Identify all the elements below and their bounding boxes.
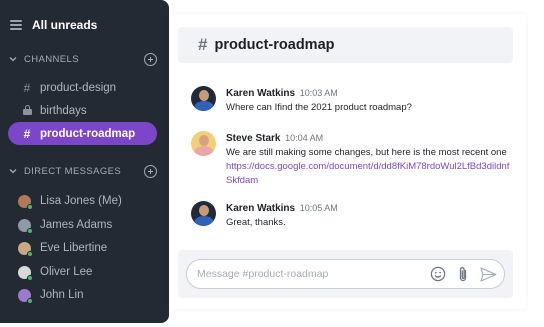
avatar — [18, 194, 33, 210]
channel-item-product-design[interactable]: # product-design — [8, 76, 157, 99]
emoji-icon[interactable] — [429, 265, 447, 283]
lock-icon — [20, 104, 34, 118]
dm-name: John Lin — [40, 289, 84, 301]
chevron-down-icon — [9, 57, 17, 62]
dm-section-header[interactable]: DIRECT MESSAGES — [8, 163, 157, 179]
channel-header: # product-roadmap — [178, 27, 513, 63]
online-status-icon — [27, 274, 33, 281]
dm-item-lisa-jones[interactable]: Lisa Jones (Me) — [18, 192, 122, 210]
avatar — [18, 265, 33, 281]
message-text: We are still making some changes, but he… — [226, 147, 507, 158]
add-dm-icon[interactable] — [144, 164, 157, 178]
avatar — [191, 131, 216, 156]
channels-section-header[interactable]: CHANNELS — [8, 51, 157, 67]
send-icon[interactable] — [479, 265, 497, 283]
message-text: Where can Ifind the 2021 product roadmap… — [226, 102, 412, 113]
channel-name: product-roadmap — [40, 127, 136, 140]
message-time: 10:03 AM — [299, 88, 338, 98]
message-author[interactable]: Karen Watkins — [226, 88, 295, 99]
message-time: 10:04 AM — [285, 133, 324, 143]
chat-app: All unreads CHANNELS # product-design bi… — [0, 0, 544, 327]
channel-item-product-roadmap[interactable]: # product-roadmap — [8, 122, 157, 145]
dm-label: DIRECT MESSAGES — [24, 165, 122, 177]
avatar — [18, 241, 33, 257]
list-icon — [10, 20, 22, 30]
message-author[interactable]: Karen Watkins — [226, 203, 295, 214]
avatar — [191, 201, 216, 226]
add-channel-icon[interactable] — [144, 52, 157, 66]
all-unreads-label: All unreads — [32, 18, 98, 32]
composer-area — [178, 250, 513, 298]
hash-icon: # — [198, 35, 208, 54]
dm-name: Oliver Lee — [40, 266, 93, 278]
message: Karen Watkins 10:03 AM Where can Ifind t… — [191, 86, 412, 115]
dm-item-eve-libertine[interactable]: Eve Libertine — [18, 239, 107, 257]
message-time: 10:05 AM — [299, 203, 338, 213]
online-status-icon — [27, 227, 33, 234]
avatar — [191, 86, 216, 111]
message: Steve Stark 10:04 AM We are still making… — [191, 131, 511, 188]
message-input[interactable] — [197, 268, 429, 280]
dm-name: Eve Libertine — [40, 242, 108, 254]
attachment-icon[interactable] — [454, 265, 472, 283]
dm-name: Lisa Jones (Me) — [40, 195, 122, 207]
message-author[interactable]: Steve Stark — [226, 133, 280, 144]
sidebar: All unreads CHANNELS # product-design bi… — [0, 0, 169, 323]
hash-icon: # — [23, 126, 31, 141]
online-status-icon — [27, 297, 33, 304]
hash-icon: # — [23, 80, 31, 95]
avatar — [18, 218, 33, 234]
online-status-icon — [27, 250, 33, 257]
dm-item-john-lin[interactable]: John Lin — [18, 286, 83, 304]
channel-name: product-design — [40, 81, 117, 94]
chevron-down-icon — [9, 169, 17, 174]
message-text: Great, thanks. — [226, 217, 286, 228]
dm-item-james-adams[interactable]: James Adams — [18, 216, 112, 234]
chat-panel: # product-roadmap Karen Watkins 10:03 AM… — [169, 14, 526, 309]
message-composer — [186, 259, 505, 289]
message: Karen Watkins 10:05 AM Great, thanks. — [191, 201, 338, 230]
dm-name: James Adams — [40, 219, 113, 231]
channels-label: CHANNELS — [24, 53, 79, 65]
channel-name: birthdays — [40, 104, 87, 117]
message-link[interactable]: https://docs.google.com/document/d/dd8fK… — [226, 160, 511, 188]
online-status-icon — [27, 203, 33, 210]
channel-title: product-roadmap — [214, 37, 335, 53]
avatar — [18, 288, 33, 304]
all-unreads-link[interactable]: All unreads — [10, 16, 97, 34]
dm-item-oliver-lee[interactable]: Oliver Lee — [18, 263, 92, 281]
channel-item-birthdays[interactable]: birthdays — [8, 99, 157, 122]
